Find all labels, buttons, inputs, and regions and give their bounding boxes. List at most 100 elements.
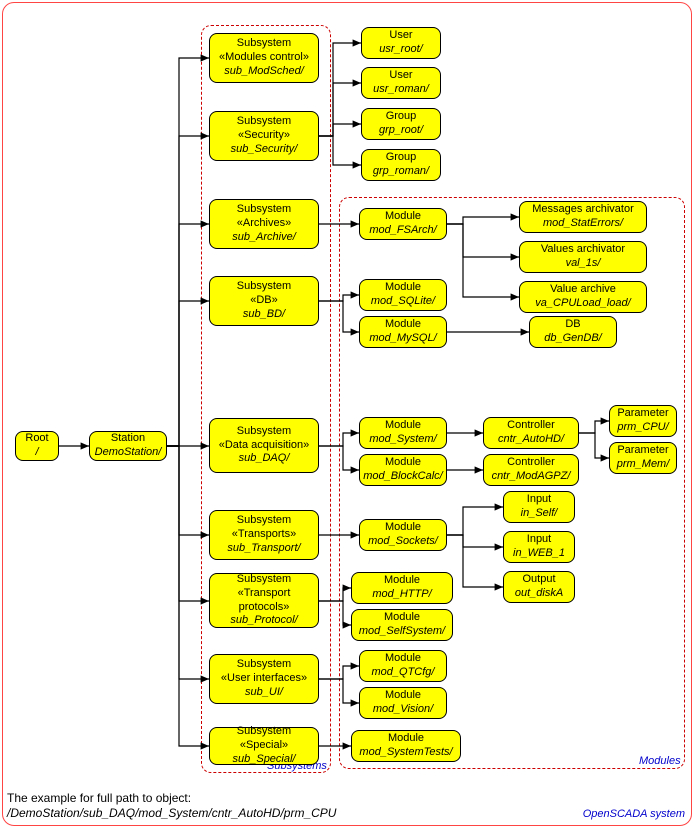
node-title: Value archive xyxy=(523,283,643,297)
node-title: Module xyxy=(355,611,449,625)
node-title: Subsystem«Transport protocols» xyxy=(213,573,315,614)
node-sub-prot: Subsystem«Transport protocols»sub_Protoc… xyxy=(209,573,319,628)
node-sub-security: Subsystem«Security»sub_Security/ xyxy=(209,111,319,161)
node-title: DB xyxy=(533,318,613,332)
node-title: Controller xyxy=(487,456,575,470)
node-mod-selfsys: Modulemod_SelfSystem/ xyxy=(351,609,453,641)
node-sub-daq: Subsystem«Data acquisition»sub_DAQ/ xyxy=(209,418,319,473)
node-val-archivator: Values archivatorval_1s/ xyxy=(519,241,647,273)
node-path: mod_HTTP/ xyxy=(355,588,449,602)
node-sub-special: Subsystem«Special»sub_Special/ xyxy=(209,727,319,765)
node-path: prm_CPU/ xyxy=(613,421,673,435)
node-path: mod_Vision/ xyxy=(363,703,443,717)
node-input-web: Inputin_WEB_1 xyxy=(503,531,575,563)
node-title: Module xyxy=(363,210,443,224)
node-title: Module xyxy=(363,456,443,470)
node-path: mod_FSArch/ xyxy=(363,224,443,238)
node-path: in_WEB_1 xyxy=(507,547,571,561)
node-path: mod_BlockCalc/ xyxy=(363,470,443,484)
node-param-mem: Parameterprm_Mem/ xyxy=(609,442,677,474)
node-title: Module xyxy=(355,574,449,588)
node-path: cntr_ModAGPZ/ xyxy=(487,470,575,484)
node-path: out_diskA xyxy=(507,587,571,601)
node-path: mod_SelfSystem/ xyxy=(355,625,449,639)
node-title: Group xyxy=(365,151,437,165)
node-mod-systests: Modulemod_SystemTests/ xyxy=(351,730,461,762)
node-title: Module xyxy=(363,419,443,433)
diagram-frame: Subsystems Modules xyxy=(2,2,692,826)
node-param-cpu: Parameterprm_CPU/ xyxy=(609,405,677,437)
node-title: Values archivator xyxy=(523,243,643,257)
node-title: Messages archivator xyxy=(523,203,643,217)
node-path: usr_root/ xyxy=(365,43,437,57)
node-mod-fsarch: Modulemod_FSArch/ xyxy=(359,208,447,240)
node-title: User xyxy=(365,29,437,43)
brand-label: OpenSCADA system xyxy=(583,808,685,820)
node-input-self: Inputin_Self/ xyxy=(503,491,575,523)
node-title: User xyxy=(365,69,437,83)
node-path: mod_SystemTests/ xyxy=(355,746,457,760)
modules-label: Modules xyxy=(639,755,681,767)
node-title: Parameter xyxy=(613,444,673,458)
node-title: Input xyxy=(507,533,571,547)
node-path: sub_BD/ xyxy=(213,308,315,322)
node-user-root: Userusr_root/ xyxy=(361,27,441,59)
node-path: mod_MySQL/ xyxy=(363,332,443,346)
node-title: Parameter xyxy=(613,407,673,421)
node-path: val_1s/ xyxy=(523,257,643,271)
node-sub-modules: Subsystem«Modules control»sub_ModSched/ xyxy=(209,33,319,83)
node-val-archive: Value archiveva_CPULoad_load/ xyxy=(519,281,647,313)
node-mod-sockets: Modulemod_Sockets/ xyxy=(359,519,447,551)
node-path: / xyxy=(19,446,55,460)
node-mod-http: Modulemod_HTTP/ xyxy=(351,572,453,604)
node-mod-sqlite: Modulemod_SQLite/ xyxy=(359,279,447,311)
node-path: grp_roman/ xyxy=(365,165,437,179)
node-title: Output xyxy=(507,573,571,587)
node-path: grp_root/ xyxy=(365,124,437,138)
node-db-gendb: DBdb_GenDB/ xyxy=(529,316,617,348)
node-root: Root / xyxy=(15,431,59,461)
node-title: Subsystem«User interfaces» xyxy=(213,658,315,686)
node-path: sub_Transport/ xyxy=(213,542,315,556)
node-path: sub_UI/ xyxy=(213,686,315,700)
footer-path: /DemoStation/sub_DAQ/mod_System/cntr_Aut… xyxy=(7,806,336,820)
node-mod-vision: Modulemod_Vision/ xyxy=(359,687,447,719)
node-path: sub_Security/ xyxy=(213,143,315,157)
node-group-root: Groupgrp_root/ xyxy=(361,108,441,140)
node-title: Root xyxy=(19,432,55,446)
node-title: Subsystem«Special» xyxy=(213,725,315,753)
node-path: mod_Sockets/ xyxy=(363,535,443,549)
node-path: mod_StatErrors/ xyxy=(523,217,643,231)
node-title: Subsystem«Archives» xyxy=(213,203,315,231)
node-path: sub_Archive/ xyxy=(213,231,315,245)
node-station: Station DemoStation/ xyxy=(89,431,167,461)
node-path: sub_DAQ/ xyxy=(213,452,315,466)
node-title: Controller xyxy=(487,419,575,433)
node-path: DemoStation/ xyxy=(93,446,163,460)
node-title: Module xyxy=(363,689,443,703)
node-path: prm_Mem/ xyxy=(613,458,673,472)
node-path: usr_roman/ xyxy=(365,83,437,97)
node-title: Module xyxy=(363,652,443,666)
node-title: Module xyxy=(363,281,443,295)
footer-caption: The example for full path to object: xyxy=(7,791,191,805)
node-title: Module xyxy=(355,732,457,746)
node-path: cntr_AutoHD/ xyxy=(487,433,575,447)
node-sub-archives: Subsystem«Archives»sub_Archive/ xyxy=(209,199,319,249)
node-sub-ui: Subsystem«User interfaces»sub_UI/ xyxy=(209,654,319,704)
node-path: mod_QTCfg/ xyxy=(363,666,443,680)
node-path: mod_SQLite/ xyxy=(363,295,443,309)
node-output-disk: Outputout_diskA xyxy=(503,571,575,603)
node-ctrl-agpz: Controllercntr_ModAGPZ/ xyxy=(483,454,579,486)
node-title: Group xyxy=(365,110,437,124)
node-path: sub_ModSched/ xyxy=(213,65,315,79)
node-group-roman: Groupgrp_roman/ xyxy=(361,149,441,181)
node-title: Subsystem«Data acquisition» xyxy=(213,425,315,453)
node-title: Module xyxy=(363,521,443,535)
node-path: sub_Protocol/ xyxy=(213,614,315,628)
node-title: Input xyxy=(507,493,571,507)
node-path: sub_Special/ xyxy=(213,753,315,767)
node-title: Subsystem«Security» xyxy=(213,115,315,143)
node-mod-block: Modulemod_BlockCalc/ xyxy=(359,454,447,486)
node-title: Station xyxy=(93,432,163,446)
